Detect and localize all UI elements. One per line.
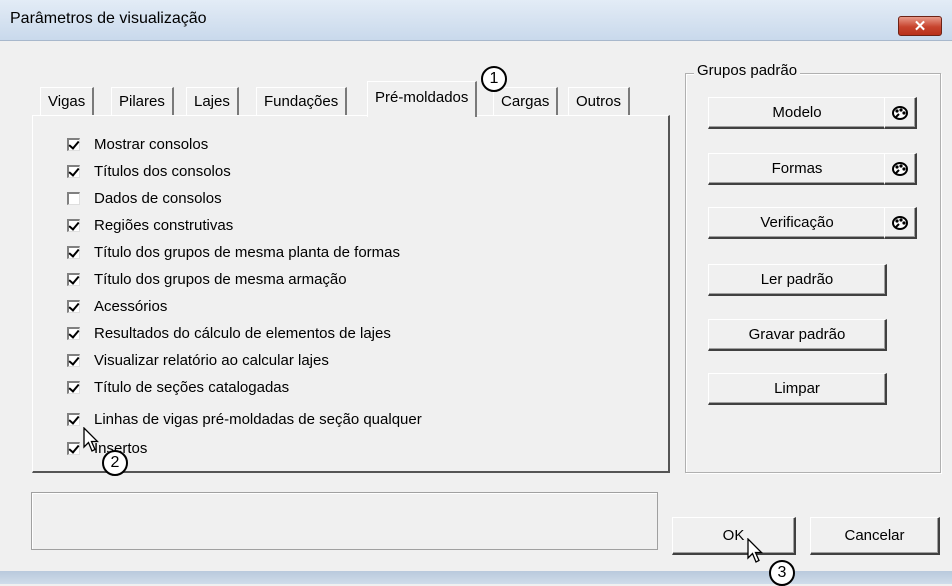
- option-titulo-grupos-formas[interactable]: Título dos grupos de mesma planta de for…: [67, 241, 400, 263]
- option-resultados-calculo[interactable]: Resultados do cálculo de elementos de la…: [67, 322, 391, 344]
- option-label: Acessórios: [94, 297, 168, 315]
- checkbox[interactable]: [67, 191, 80, 205]
- option-label: Resultados do cálculo de elementos de la…: [94, 324, 391, 342]
- tab-vigas[interactable]: Vigas: [40, 87, 95, 115]
- option-dados-consolos[interactable]: Dados de consolos: [67, 187, 222, 209]
- annotation-badge: 1: [481, 66, 507, 92]
- checkbox[interactable]: [67, 272, 80, 286]
- annotation-badge: 3: [769, 560, 795, 586]
- limpar-button[interactable]: Limpar: [708, 373, 887, 405]
- checkbox[interactable]: [67, 245, 80, 259]
- modelo-button[interactable]: Modelo: [708, 97, 887, 129]
- option-mostrar-consolos[interactable]: Mostrar consolos: [67, 133, 208, 155]
- tab-fundacoes[interactable]: Fundações: [256, 87, 348, 115]
- palette-icon: [892, 105, 908, 120]
- verificacao-button[interactable]: Verificação: [708, 207, 887, 239]
- close-button[interactable]: ✕: [898, 16, 942, 36]
- checkbox[interactable]: [67, 412, 80, 426]
- checkbox[interactable]: [67, 380, 80, 394]
- option-acessorios[interactable]: Acessórios: [67, 295, 167, 317]
- description-field: [31, 492, 658, 550]
- tab-lajes[interactable]: Lajes: [186, 87, 239, 115]
- palette-icon: [892, 215, 908, 230]
- checkbox[interactable]: [67, 164, 80, 178]
- option-label: Título dos grupos de mesma armação: [94, 270, 347, 288]
- option-linhas-vigas[interactable]: Linhas de vigas pré-moldadas de seção qu…: [67, 408, 422, 430]
- option-label: Títulos dos consolos: [94, 162, 231, 180]
- cancel-button[interactable]: Cancelar: [810, 517, 940, 555]
- title-bar: Parâmetros de visualização ✕: [0, 0, 952, 41]
- modelo-palette-button[interactable]: [884, 97, 917, 129]
- tab-cargas[interactable]: Cargas: [493, 87, 559, 115]
- option-label: Regiões construtivas: [94, 216, 234, 234]
- formas-button[interactable]: Formas: [708, 153, 887, 185]
- tab-pilares[interactable]: Pilares: [111, 87, 174, 115]
- checkbox[interactable]: [67, 326, 80, 340]
- option-label: Dados de consolos: [94, 189, 222, 207]
- checkbox[interactable]: [67, 441, 80, 455]
- option-titulo-secoes[interactable]: Título de seções catalogadas: [67, 376, 289, 398]
- option-titulo-grupos-armacao[interactable]: Título dos grupos de mesma armação: [67, 268, 347, 290]
- option-label: Visualizar relatório ao calcular lajes: [94, 351, 329, 369]
- checkbox[interactable]: [67, 299, 80, 313]
- window-title: Parâmetros de visualização: [10, 10, 207, 27]
- annotation-badge: 2: [102, 450, 128, 476]
- mouse-cursor-icon: [747, 538, 763, 563]
- gravar-padrao-button[interactable]: Gravar padrão: [708, 319, 887, 351]
- option-titulos-consolos[interactable]: Títulos dos consolos: [67, 160, 231, 182]
- window-bottom-border: [0, 571, 952, 584]
- checkbox[interactable]: [67, 353, 80, 367]
- option-regioes-construtivas[interactable]: Regiões construtivas: [67, 214, 233, 236]
- palette-icon: [892, 161, 908, 176]
- checkbox[interactable]: [67, 137, 80, 151]
- verificacao-palette-button[interactable]: [884, 207, 917, 239]
- tab-outros[interactable]: Outros: [568, 87, 631, 115]
- option-label: Título de seções catalogadas: [94, 378, 290, 396]
- checkbox[interactable]: [67, 218, 80, 232]
- grupos-padrao-legend: Grupos padrão: [694, 62, 801, 79]
- formas-palette-button[interactable]: [884, 153, 917, 185]
- option-label: Título dos grupos de mesma planta de for…: [94, 243, 400, 261]
- tab-pre-moldados[interactable]: Pré-moldados: [367, 81, 478, 117]
- mouse-cursor-icon: [83, 427, 99, 452]
- option-label: Mostrar consolos: [94, 135, 209, 153]
- option-label: Linhas de vigas pré-moldadas de seção qu…: [94, 410, 422, 428]
- ler-padrao-button[interactable]: Ler padrão: [708, 264, 887, 296]
- ok-button[interactable]: OK: [672, 517, 796, 555]
- option-visualizar-relatorio[interactable]: Visualizar relatório ao calcular lajes: [67, 349, 329, 371]
